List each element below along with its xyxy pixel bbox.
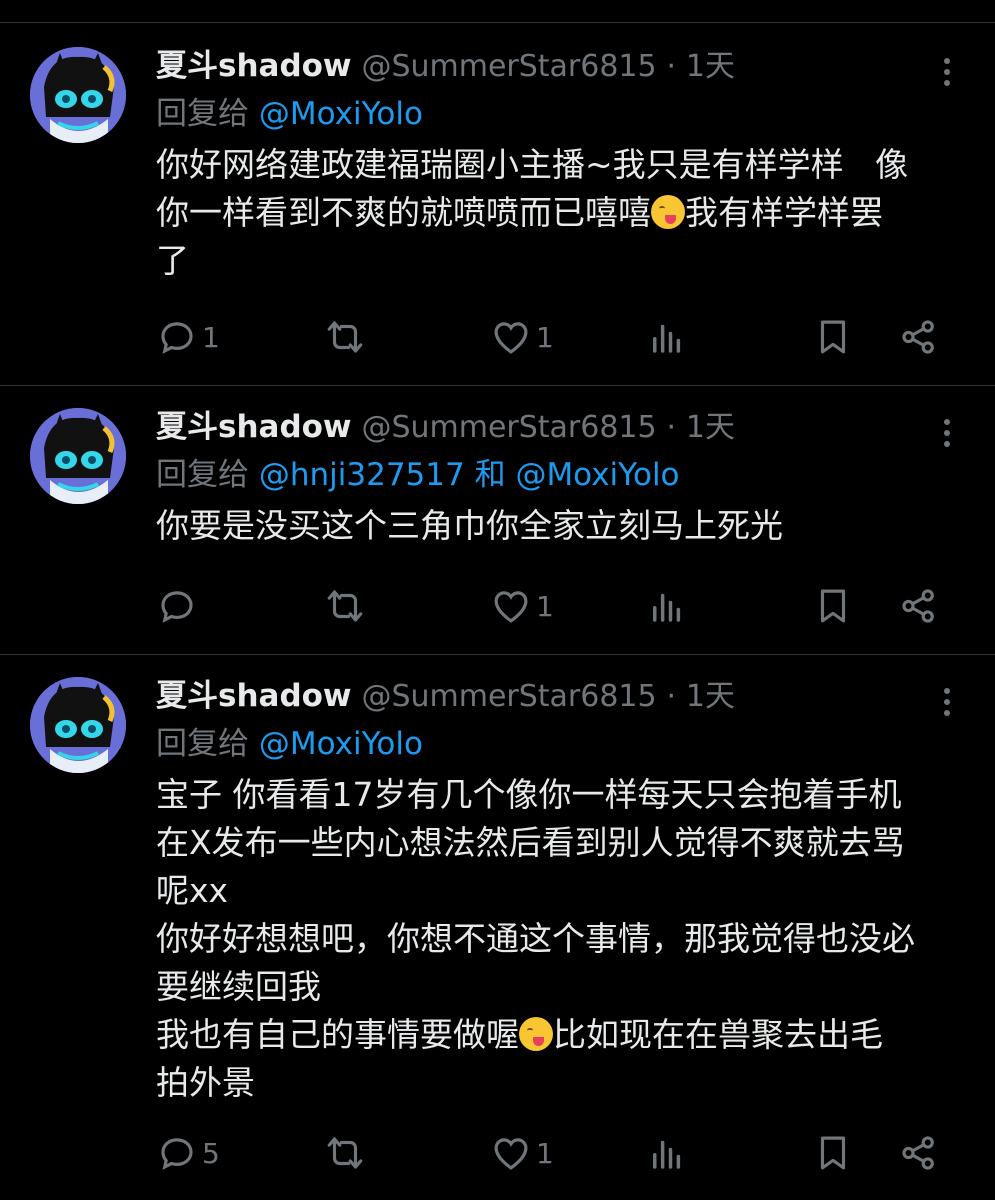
tweet-header: 夏斗shadow @SummerStar6815 · 1天 bbox=[156, 675, 935, 717]
share-icon bbox=[902, 589, 934, 623]
bookmark-icon bbox=[820, 589, 846, 623]
retweet-button[interactable] bbox=[324, 313, 366, 361]
mention-link[interactable]: @hnji327517 bbox=[259, 457, 465, 493]
like-button[interactable]: 1 bbox=[490, 1129, 554, 1177]
face-savoring-food-emoji bbox=[519, 1017, 553, 1051]
like-icon bbox=[494, 591, 528, 623]
avatar[interactable] bbox=[30, 47, 126, 143]
tweet-actions: 1 bbox=[156, 582, 946, 630]
like-button[interactable]: 1 bbox=[490, 313, 554, 361]
reply-to-line: 回复给 @MoxiYolo bbox=[156, 93, 935, 135]
retweet-icon bbox=[327, 321, 363, 353]
share-icon bbox=[902, 1136, 934, 1170]
mention-link[interactable]: @MoxiYolo bbox=[259, 726, 423, 762]
reply-button[interactable]: 1 bbox=[156, 313, 220, 361]
like-count: 1 bbox=[536, 1136, 554, 1170]
tweet-header: 夏斗shadow @SummerStar6815 · 1天 bbox=[156, 406, 935, 448]
views-button[interactable] bbox=[646, 1129, 688, 1177]
tweet-text-part: 你要是没买这个三角巾你全家立刻马上死光 bbox=[156, 506, 783, 545]
like-count: 1 bbox=[536, 589, 554, 623]
tweet[interactable]: 夏斗shadow @SummerStar6815 · 1天 回复给 @hnji3… bbox=[0, 386, 995, 655]
views-button[interactable] bbox=[646, 582, 688, 630]
tweet-text: 宝子 你看看17岁有几个像你一样每天只会抱着手机 在X发布一些内心想法然后看到别… bbox=[156, 771, 935, 1107]
bookmark-button[interactable] bbox=[812, 582, 854, 630]
reply-icon bbox=[161, 322, 193, 354]
share-button[interactable] bbox=[898, 313, 940, 361]
tweet[interactable]: 夏斗shadow @SummerStar6815 · 1天 回复给 @MoxiY… bbox=[0, 23, 995, 386]
retweet-icon bbox=[327, 590, 363, 622]
tweet-header: 夏斗shadow @SummerStar6815 · 1天 bbox=[156, 45, 935, 87]
bookmark-button[interactable] bbox=[812, 313, 854, 361]
user-handle[interactable]: @SummerStar6815 bbox=[361, 410, 656, 445]
mention-link[interactable]: @MoxiYolo bbox=[515, 457, 679, 493]
bookmark-button[interactable] bbox=[812, 1129, 854, 1177]
user-handle[interactable]: @SummerStar6815 bbox=[361, 679, 656, 714]
face-savoring-food-emoji bbox=[651, 195, 685, 229]
bookmark-icon bbox=[820, 1136, 846, 1170]
more-icon[interactable] bbox=[937, 683, 957, 723]
reply-button[interactable] bbox=[156, 582, 202, 630]
reply-count: 5 bbox=[202, 1136, 220, 1170]
share-icon bbox=[902, 320, 934, 354]
tweet-text-part: 宝子 你看看17岁有几个像你一样每天只会抱着手机 在X发布一些内心想法然后看到别… bbox=[156, 775, 915, 1054]
retweet-button[interactable] bbox=[324, 1129, 366, 1177]
timestamp[interactable]: 1天 bbox=[686, 679, 735, 714]
mention-joiner: 和 bbox=[474, 457, 506, 493]
avatar[interactable] bbox=[30, 408, 126, 504]
share-button[interactable] bbox=[898, 582, 940, 630]
like-icon bbox=[494, 322, 528, 354]
timestamp[interactable]: 1天 bbox=[686, 49, 735, 84]
retweet-icon bbox=[327, 1137, 363, 1169]
timestamp[interactable]: 1天 bbox=[686, 410, 735, 445]
reply-prefix: 回复给 bbox=[156, 96, 249, 132]
reply-prefix: 回复给 bbox=[156, 726, 249, 762]
views-icon bbox=[653, 324, 681, 353]
separator: · bbox=[666, 49, 677, 84]
more-icon[interactable] bbox=[937, 414, 957, 454]
share-button[interactable] bbox=[898, 1129, 940, 1177]
mention-link[interactable]: @MoxiYolo bbox=[259, 96, 423, 132]
views-icon bbox=[653, 1140, 681, 1169]
reply-to-line: 回复给 @hnji327517 和 @MoxiYolo bbox=[156, 454, 935, 496]
tweet-actions: 1 1 bbox=[156, 313, 946, 361]
like-count: 1 bbox=[536, 320, 554, 354]
bookmark-icon bbox=[820, 320, 846, 354]
tweet[interactable]: 夏斗shadow @SummerStar6815 · 1天 回复给 @MoxiY… bbox=[0, 655, 995, 1200]
reply-prefix: 回复给 bbox=[156, 457, 249, 493]
avatar[interactable] bbox=[30, 677, 126, 773]
separator: · bbox=[666, 410, 677, 445]
views-icon bbox=[653, 593, 681, 622]
tweet-actions: 5 1 bbox=[156, 1129, 946, 1177]
tweet-text: 你好网络建政建福瑞圈小主播~我只是有样学样 像 你一样看到不爽的就喷喷而已嘻嘻我… bbox=[156, 141, 935, 285]
reply-icon bbox=[161, 591, 193, 623]
reply-button[interactable]: 5 bbox=[156, 1129, 220, 1177]
display-name[interactable]: 夏斗shadow bbox=[156, 678, 352, 714]
top-divider bbox=[0, 0, 995, 23]
reply-count: 1 bbox=[202, 320, 220, 354]
views-button[interactable] bbox=[646, 313, 688, 361]
reply-to-line: 回复给 @MoxiYolo bbox=[156, 723, 935, 765]
separator: · bbox=[666, 679, 677, 714]
like-icon bbox=[494, 1138, 528, 1170]
tweet-text: 你要是没买这个三角巾你全家立刻马上死光 bbox=[156, 502, 935, 550]
display-name[interactable]: 夏斗shadow bbox=[156, 48, 352, 84]
display-name[interactable]: 夏斗shadow bbox=[156, 409, 352, 445]
retweet-button[interactable] bbox=[324, 582, 366, 630]
reply-icon bbox=[161, 1138, 193, 1170]
user-handle[interactable]: @SummerStar6815 bbox=[361, 49, 656, 84]
more-icon[interactable] bbox=[937, 53, 957, 93]
like-button[interactable]: 1 bbox=[490, 582, 554, 630]
